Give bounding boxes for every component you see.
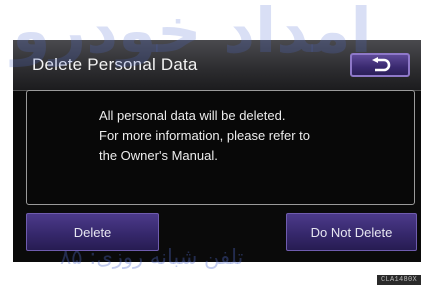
message-box: All personal data will be deleted. For m… — [26, 90, 415, 205]
message-line: All personal data will be deleted. — [99, 108, 286, 123]
navigation-screen: Delete Personal Data All personal data w… — [13, 40, 421, 262]
message-text: All personal data will be deleted. For m… — [99, 106, 310, 166]
page-title: Delete Personal Data — [32, 55, 198, 74]
delete-button[interactable]: Delete — [26, 213, 159, 251]
header-bar: Delete Personal Data — [13, 40, 421, 91]
delete-button-label: Delete — [73, 224, 112, 240]
return-arrow-icon — [369, 57, 391, 73]
image-code-label: CLA1480X — [376, 275, 421, 285]
message-line: For more information, please refer to — [99, 128, 310, 143]
back-button[interactable] — [350, 53, 410, 77]
message-line: the Owner's Manual. — [99, 148, 218, 163]
do-not-delete-button[interactable]: Do Not Delete — [286, 213, 417, 251]
do-not-delete-button-label: Do Not Delete — [310, 224, 393, 240]
